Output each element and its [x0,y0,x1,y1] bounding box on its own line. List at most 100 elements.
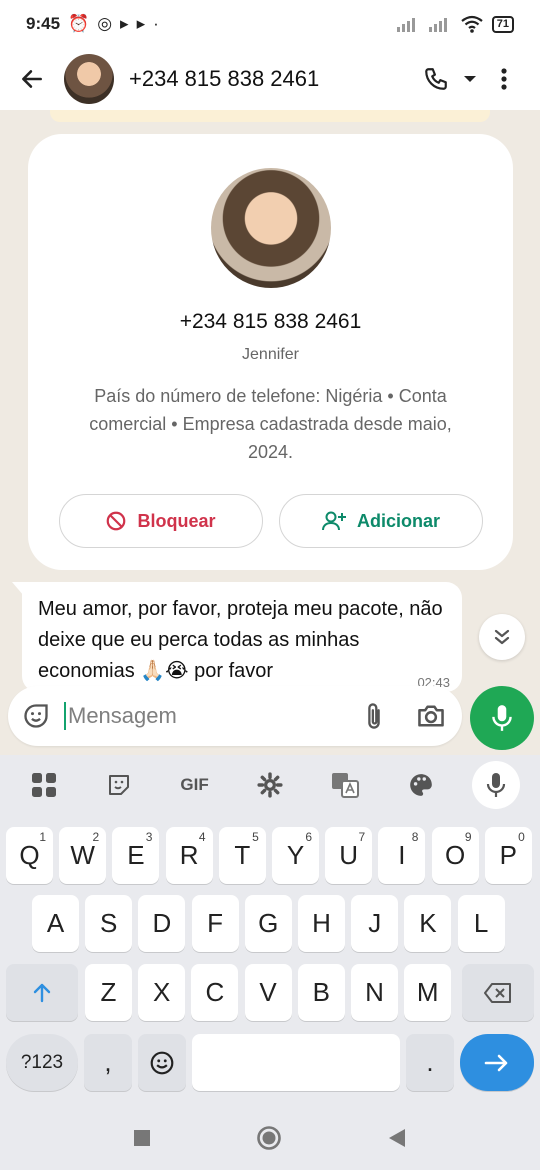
key-f[interactable]: F [191,895,239,952]
key-i[interactable]: 8I [378,827,426,884]
emoji-key[interactable] [138,1034,186,1091]
keyboard-row-1: 1Q2W3E4R5T6Y7U8I9O0P [0,827,540,885]
call-button[interactable] [416,59,456,99]
key-v[interactable]: V [244,964,292,1021]
nav-back-button[interactable] [387,1128,407,1153]
shift-arrow-icon [33,983,51,1002]
key-o[interactable]: 9O [431,827,479,884]
key-x[interactable]: X [138,964,186,1021]
key-k[interactable]: K [404,895,452,952]
voice-message-button[interactable] [470,686,534,750]
space-key[interactable] [192,1034,400,1091]
key-number-hint: 9 [464,830,472,844]
key-h[interactable]: H [298,895,345,952]
key-z[interactable]: Z [85,964,132,1021]
key-a[interactable]: A [32,895,79,952]
keyboard-settings-button[interactable] [246,761,294,809]
key-m[interactable]: M [404,964,452,1021]
home-button[interactable] [256,1125,282,1156]
circle-icon [257,1125,281,1150]
key-q[interactable]: 1Q [6,827,53,884]
key-u[interactable]: 7U [325,827,373,884]
contact-avatar[interactable] [210,168,331,288]
key-label: U [339,840,359,870]
status-time: 9:45 [26,14,61,33]
chat-area[interactable]: +234 815 838 2461 Jennifer País do númer… [0,110,540,755]
scroll-to-bottom-button[interactable] [479,614,525,660]
incoming-message[interactable]: Meu amor, por favor, proteja meu pacote,… [22,582,462,692]
key-y[interactable]: 6Y [272,827,319,884]
more-options-button[interactable] [484,59,524,99]
keyboard-row-3: ZXCVBNM [0,964,540,1022]
enter-key[interactable] [460,1034,534,1091]
backspace-key[interactable] [462,964,534,1021]
play-icon-2: ▸ [136,14,146,33]
sticker-button[interactable] [22,701,50,731]
key-p[interactable]: 0P [484,827,532,884]
contact-name: Jennifer [242,346,299,363]
camera-button[interactable] [413,696,448,736]
gif-button[interactable]: GIF [171,761,219,809]
key-g[interactable]: G [244,895,292,952]
comma-key[interactable]: , [84,1034,132,1091]
message-input[interactable] [64,702,356,730]
call-options-button[interactable] [460,59,480,99]
triangle-left-icon [389,1128,405,1147]
key-label: I [398,840,406,870]
key-n[interactable]: N [351,964,398,1021]
camera-icon [417,705,444,727]
translate-button[interactable] [321,761,369,809]
whatsapp-icon: ◎ [97,14,113,33]
signal-icon-2 [428,18,447,32]
caret-down-icon [464,76,476,82]
key-r[interactable]: 4R [165,827,213,884]
key-l[interactable]: L [457,895,505,952]
block-button[interactable]: Bloquear [58,494,263,548]
back-button[interactable] [0,48,64,110]
backspace-icon [484,982,511,1003]
wifi-icon [461,15,483,33]
chat-title[interactable]: +234 815 838 2461 [129,66,416,92]
arrow-left-icon [22,70,42,88]
microphone-icon [492,705,512,731]
grid-icon [31,773,56,797]
sticker-icon-kb [109,775,130,795]
key-b[interactable]: B [297,964,345,1021]
key-e[interactable]: 3E [112,827,160,884]
kb-sticker-button[interactable] [95,761,143,809]
key-number-hint: 6 [305,830,312,844]
play-icon: ▸ [120,14,129,33]
shift-key[interactable] [6,964,78,1021]
double-chevron-down-icon [494,629,510,645]
key-c[interactable]: C [191,964,239,1021]
key-j[interactable]: J [351,895,399,952]
battery-indicator: 71 [491,15,514,33]
avatar[interactable] [64,54,114,104]
key-number-hint: 2 [92,830,100,844]
alarm-icon: ⏰ [68,14,90,33]
recents-button[interactable] [133,1129,151,1152]
key-t[interactable]: 5T [218,827,266,884]
key-label: Q [19,840,40,870]
kb-voice-button[interactable] [472,761,521,809]
key-number-hint: 4 [198,830,206,844]
key-s[interactable]: S [85,895,133,952]
translate-icon [332,773,360,798]
add-contact-button[interactable]: Adicionar [278,494,483,548]
apps-grid-button[interactable] [20,761,68,809]
attach-button[interactable] [356,696,391,736]
paperclip-icon [367,703,380,729]
symbols-key[interactable]: ?123 [6,1034,78,1091]
keyboard-row-4: ?123 , . [0,1034,540,1092]
palette-icon [409,774,432,796]
key-w[interactable]: 2W [59,827,107,884]
key-number-hint: 5 [252,830,259,844]
key-label: O [444,840,466,870]
theme-button[interactable] [397,761,445,809]
period-key[interactable]: . [406,1034,454,1091]
key-d[interactable]: D [138,895,186,952]
square-icon [134,1129,150,1146]
block-button-label: Bloquear [137,510,216,531]
message-text: Meu amor, por favor, proteja meu pacote,… [38,598,443,682]
contact-phone: +234 815 838 2461 [179,310,362,333]
